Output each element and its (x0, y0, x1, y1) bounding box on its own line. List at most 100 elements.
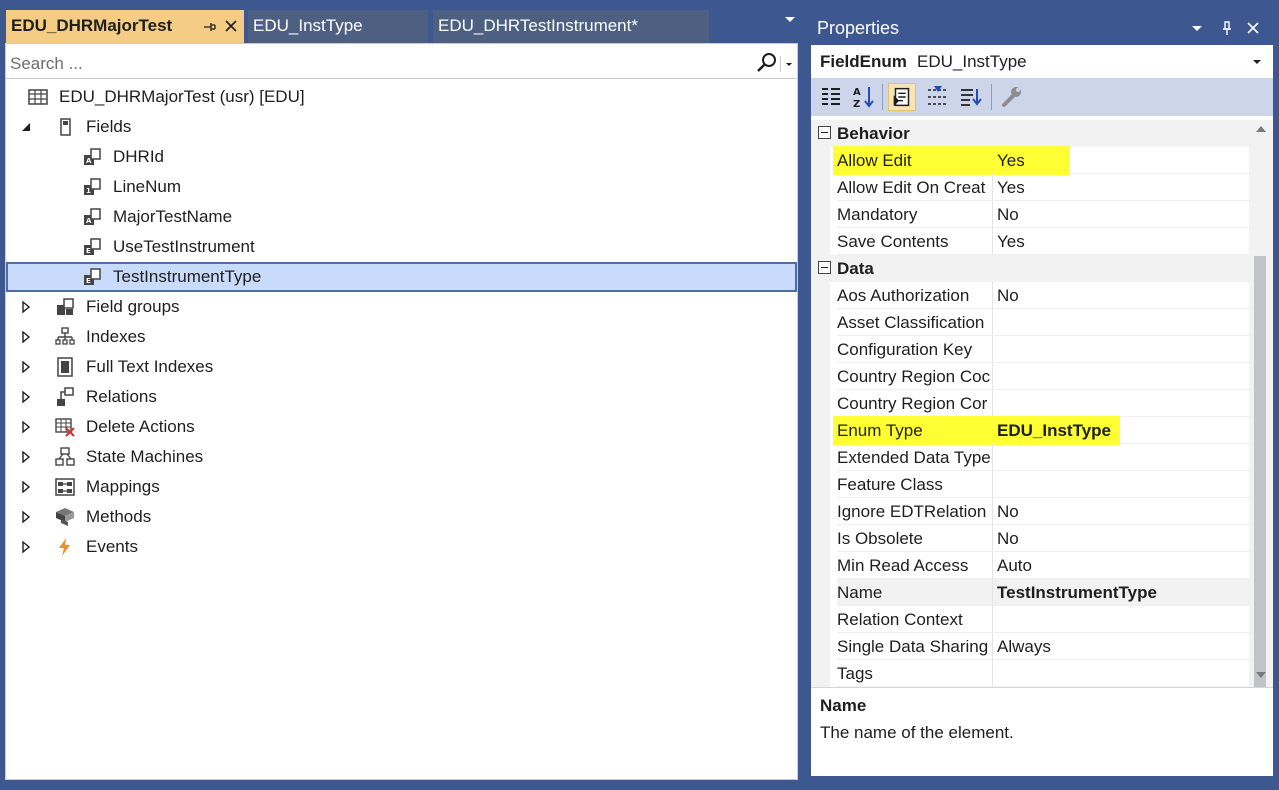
tree-node-methods[interactable]: Methods (6, 502, 797, 532)
tree-node-state-machines[interactable]: State Machines (6, 442, 797, 472)
tree-root[interactable]: EDU_DHRMajorTest (usr) [EDU] (6, 82, 797, 112)
property-row[interactable]: Tags (811, 660, 1249, 687)
row-gutter (811, 336, 830, 363)
tab-overflow-dropdown-icon[interactable] (783, 14, 797, 24)
property-value[interactable] (992, 309, 1249, 336)
state-machines-icon (55, 447, 75, 466)
collapsed-arrow-icon[interactable] (20, 421, 32, 433)
categorized-icon[interactable] (817, 83, 845, 111)
pin-icon[interactable] (202, 20, 216, 34)
tree-field-testinstrumenttype[interactable]: E TestInstrumentType (6, 262, 797, 292)
property-row[interactable]: Configuration Key (811, 336, 1249, 363)
tree-node-relations[interactable]: Relations (6, 382, 797, 412)
property-row[interactable]: Allow Edit Yes (811, 146, 1249, 175)
tab-edu-dhrtestinstrument[interactable]: EDU_DHRTestInstrument* (433, 10, 709, 43)
tree-node-full-text-indexes[interactable]: Full Text Indexes (6, 352, 797, 382)
collapsed-arrow-icon[interactable] (20, 511, 32, 523)
property-row[interactable]: Feature Class (811, 471, 1249, 498)
events-list-icon[interactable] (924, 83, 952, 111)
property-value[interactable]: Yes (992, 174, 1249, 201)
collapse-toggle-icon[interactable] (818, 126, 831, 139)
tab-edu-insttype[interactable]: EDU_InstType (248, 10, 428, 43)
toolbar-separator (882, 84, 883, 110)
property-value[interactable] (992, 606, 1249, 633)
collapsed-arrow-icon[interactable] (20, 361, 32, 373)
property-value[interactable]: Yes (992, 147, 1249, 174)
property-row[interactable]: Enum Type EDU_InstType (811, 416, 1249, 445)
tree-field-usetestinstrument[interactable]: E UseTestInstrument (6, 232, 797, 262)
tab-edu-dhrmajortest[interactable]: EDU_DHRMajorTest (6, 10, 244, 43)
window-menu-dropdown-icon[interactable] (1189, 20, 1205, 36)
property-category-behavior[interactable]: Behavior (811, 120, 1249, 147)
property-value[interactable]: Auto (992, 552, 1249, 579)
pin-icon[interactable] (1219, 20, 1235, 36)
expanded-arrow-icon[interactable] (20, 121, 32, 133)
property-row[interactable]: Single Data Sharing Always (811, 633, 1249, 660)
property-value[interactable]: No (992, 498, 1249, 525)
tree-node-field-groups[interactable]: Field groups (6, 292, 797, 322)
property-value[interactable] (992, 336, 1249, 363)
property-row[interactable]: Ignore EDTRelation No (811, 498, 1249, 525)
close-icon[interactable] (222, 17, 240, 35)
tree-field-linenum[interactable]: 1 LineNum (6, 172, 797, 202)
property-row[interactable]: Name TestInstrumentType (811, 579, 1249, 606)
search-input[interactable] (8, 50, 752, 78)
property-row[interactable]: Country Region Cor (811, 390, 1249, 417)
mappings-icon (55, 478, 75, 496)
wrench-icon[interactable] (998, 83, 1026, 111)
property-row[interactable]: Allow Edit On Creat Yes (811, 174, 1249, 201)
collapsed-arrow-icon[interactable] (20, 301, 32, 313)
property-value[interactable] (992, 390, 1249, 417)
property-row[interactable]: Country Region Coc (811, 363, 1249, 390)
close-icon[interactable] (1245, 20, 1261, 36)
property-value[interactable]: No (992, 525, 1249, 552)
property-row[interactable]: Aos Authorization No (811, 282, 1249, 309)
property-value[interactable]: Yes (992, 228, 1249, 255)
collapse-toggle-icon[interactable] (818, 261, 831, 274)
collapsed-arrow-icon[interactable] (20, 391, 32, 403)
property-row[interactable]: Extended Data Type (811, 444, 1249, 471)
string-field-icon: A (84, 148, 101, 165)
tree-node-indexes[interactable]: Indexes (6, 322, 797, 352)
tree-node-mappings[interactable]: Mappings (6, 472, 797, 502)
collapsed-arrow-icon[interactable] (20, 331, 32, 343)
property-row[interactable]: Save Contents Yes (811, 228, 1249, 255)
property-row[interactable]: Is Obsolete No (811, 525, 1249, 552)
object-selector[interactable]: FieldEnum EDU_InstType (811, 45, 1273, 78)
collapsed-arrow-icon[interactable] (20, 451, 32, 463)
tree-field-dhrid[interactable]: A DHRId (6, 142, 797, 172)
property-row[interactable]: Min Read Access Auto (811, 552, 1249, 579)
tree-node-label: Delete Actions (86, 417, 195, 436)
tree-node-delete-actions[interactable]: Delete Actions (6, 412, 797, 442)
property-value[interactable]: TestInstrumentType (992, 579, 1249, 606)
property-value[interactable]: No (992, 201, 1249, 228)
indexes-icon (55, 327, 75, 345)
collapsed-arrow-icon[interactable] (20, 481, 32, 493)
property-pages-icon[interactable] (957, 83, 985, 111)
property-value[interactable]: No (992, 282, 1249, 309)
property-value[interactable]: EDU_InstType (992, 417, 1249, 444)
alphabetical-icon[interactable]: A Z (850, 83, 878, 111)
property-row[interactable]: Mandatory No (811, 201, 1249, 228)
scroll-up-arrow-icon[interactable] (1255, 125, 1267, 133)
property-row[interactable]: Asset Classification (811, 309, 1249, 336)
property-category-data[interactable]: Data (811, 255, 1249, 282)
property-value[interactable] (992, 471, 1249, 498)
property-value[interactable] (992, 363, 1249, 390)
search-icon[interactable] (756, 52, 778, 74)
tree-field-label: UseTestInstrument (113, 237, 255, 256)
tree-field-majortestname[interactable]: A MajorTestName (6, 202, 797, 232)
scroll-thumb[interactable] (1254, 256, 1266, 714)
chevron-down-icon[interactable] (1252, 58, 1262, 66)
collapsed-arrow-icon[interactable] (20, 541, 32, 553)
properties-icon[interactable] (888, 83, 916, 111)
scroll-down-arrow-icon[interactable] (1255, 671, 1267, 679)
property-value[interactable]: Always (992, 633, 1249, 660)
property-grid-scrollbar[interactable] (1249, 120, 1273, 714)
property-value[interactable] (992, 660, 1249, 687)
tree-node-events[interactable]: Events (6, 532, 797, 562)
property-value[interactable] (992, 444, 1249, 471)
property-row[interactable]: Relation Context (811, 606, 1249, 633)
tree-node-fields[interactable]: Fields (6, 112, 797, 142)
chevron-down-icon[interactable] (780, 56, 797, 72)
